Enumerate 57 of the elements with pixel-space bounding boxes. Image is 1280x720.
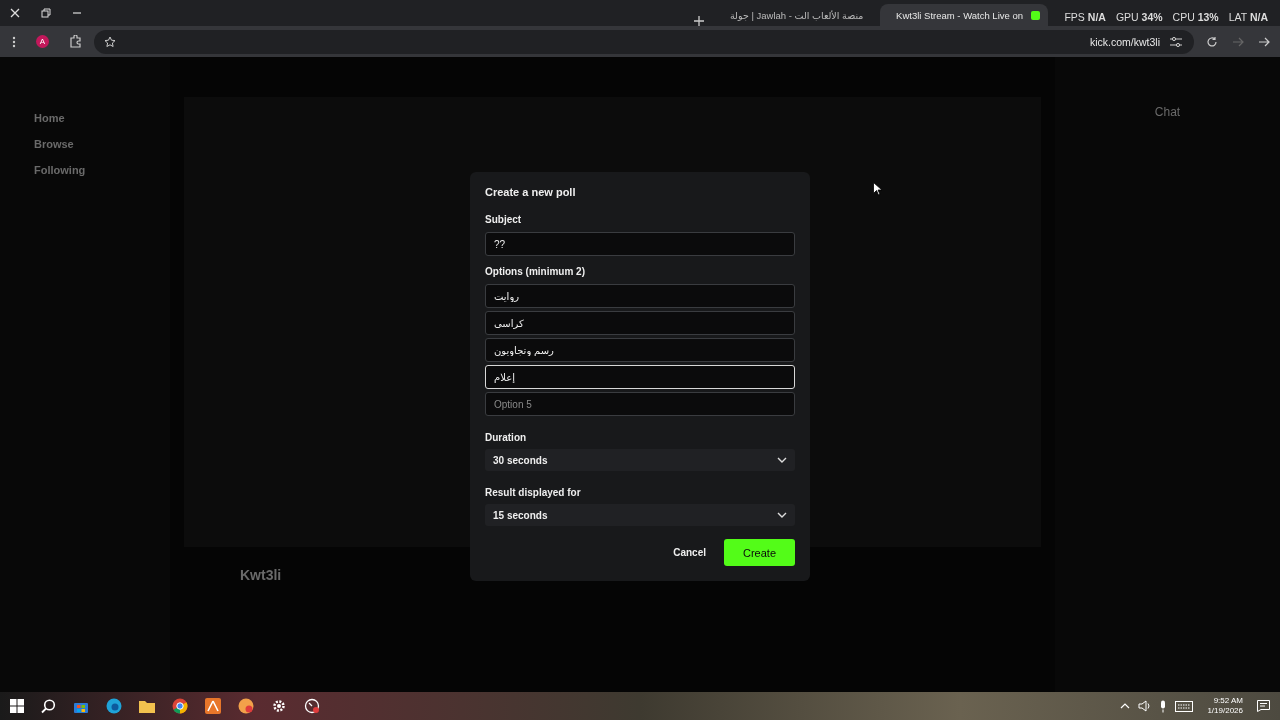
option-field[interactable]: كراسي [485,311,795,335]
field-label: Result displayed for [485,487,582,498]
puzzle-icon[interactable] [69,35,82,48]
triangle-logo-icon[interactable] [205,698,221,714]
profile-avatar[interactable]: A [36,35,49,48]
chevron-down-icon [777,512,787,518]
nav-item[interactable]: Browse [34,138,170,150]
notification-icon[interactable] [1257,700,1270,712]
chevron-down-icon [777,457,787,463]
mouse-cursor-icon [873,182,882,196]
site-favicon-icon [1031,10,1040,20]
dialog-title: Create a new poll [485,186,577,198]
close-icon[interactable] [10,8,20,18]
clock-date: 1/19/2026 [1207,706,1243,716]
tune-icon[interactable] [1170,36,1182,47]
clock-time: 9:52 AM [1213,696,1243,706]
field-label: Subject [485,214,523,225]
perf-stat: FPS N/A [1064,11,1106,23]
duration-dropdown[interactable]: 30 seconds [485,449,795,471]
browser-tab[interactable]: Kwt3li Stream - Watch Live on [880,4,1048,26]
gear-icon[interactable] [271,698,287,714]
new-tab-icon[interactable] [694,16,704,26]
browser-tab[interactable]: جولة | Jawlah - منصة الألعاب الت [714,4,870,26]
perf-stat: CPU 13% [1172,11,1219,23]
restore-icon[interactable] [41,8,51,18]
menu-icon[interactable] [12,35,16,48]
edge-icon[interactable] [106,698,122,714]
folder-icon[interactable] [139,699,155,713]
speaker-icon[interactable] [1138,700,1152,712]
channel-name: Kwt3li [239,567,283,583]
game-app-icon[interactable] [238,698,254,714]
nav-item[interactable]: Home [34,112,170,124]
perf-stat: GPU 34% [1115,11,1163,23]
keyboard-icon[interactable] [1175,700,1194,712]
chat-title: Chat [1154,105,1181,119]
option-field[interactable]: إعلام [485,365,795,389]
create-button[interactable]: Create [724,539,795,566]
forward-arrow-icon[interactable] [1258,35,1270,48]
result-duration-dropdown[interactable]: 15 seconds [485,504,795,526]
subject-field[interactable]: ?? [485,232,795,256]
field-label: Options (minimum 2) [485,266,586,277]
field-label: Duration [485,432,528,443]
windows-start-icon[interactable] [10,699,24,713]
cancel-button[interactable]: Cancel [667,543,712,562]
gauge-icon[interactable] [304,698,320,714]
address-bar[interactable]: kick.com/kwt3li [94,29,1194,54]
reload-icon[interactable] [1206,35,1218,48]
star-icon[interactable] [104,35,116,48]
search-icon[interactable] [41,698,56,714]
microphone-icon[interactable] [1159,699,1168,713]
option-field[interactable]: روايت [485,284,795,308]
chrome-icon[interactable] [172,698,188,714]
option-field[interactable]: Option 5 [485,392,795,416]
nav-item[interactable]: Following [34,164,170,176]
perf-stat: LAT N/A [1228,11,1268,23]
option-field[interactable]: رسم وتجاويون [485,338,795,362]
chevron-up-icon[interactable] [1120,703,1131,709]
